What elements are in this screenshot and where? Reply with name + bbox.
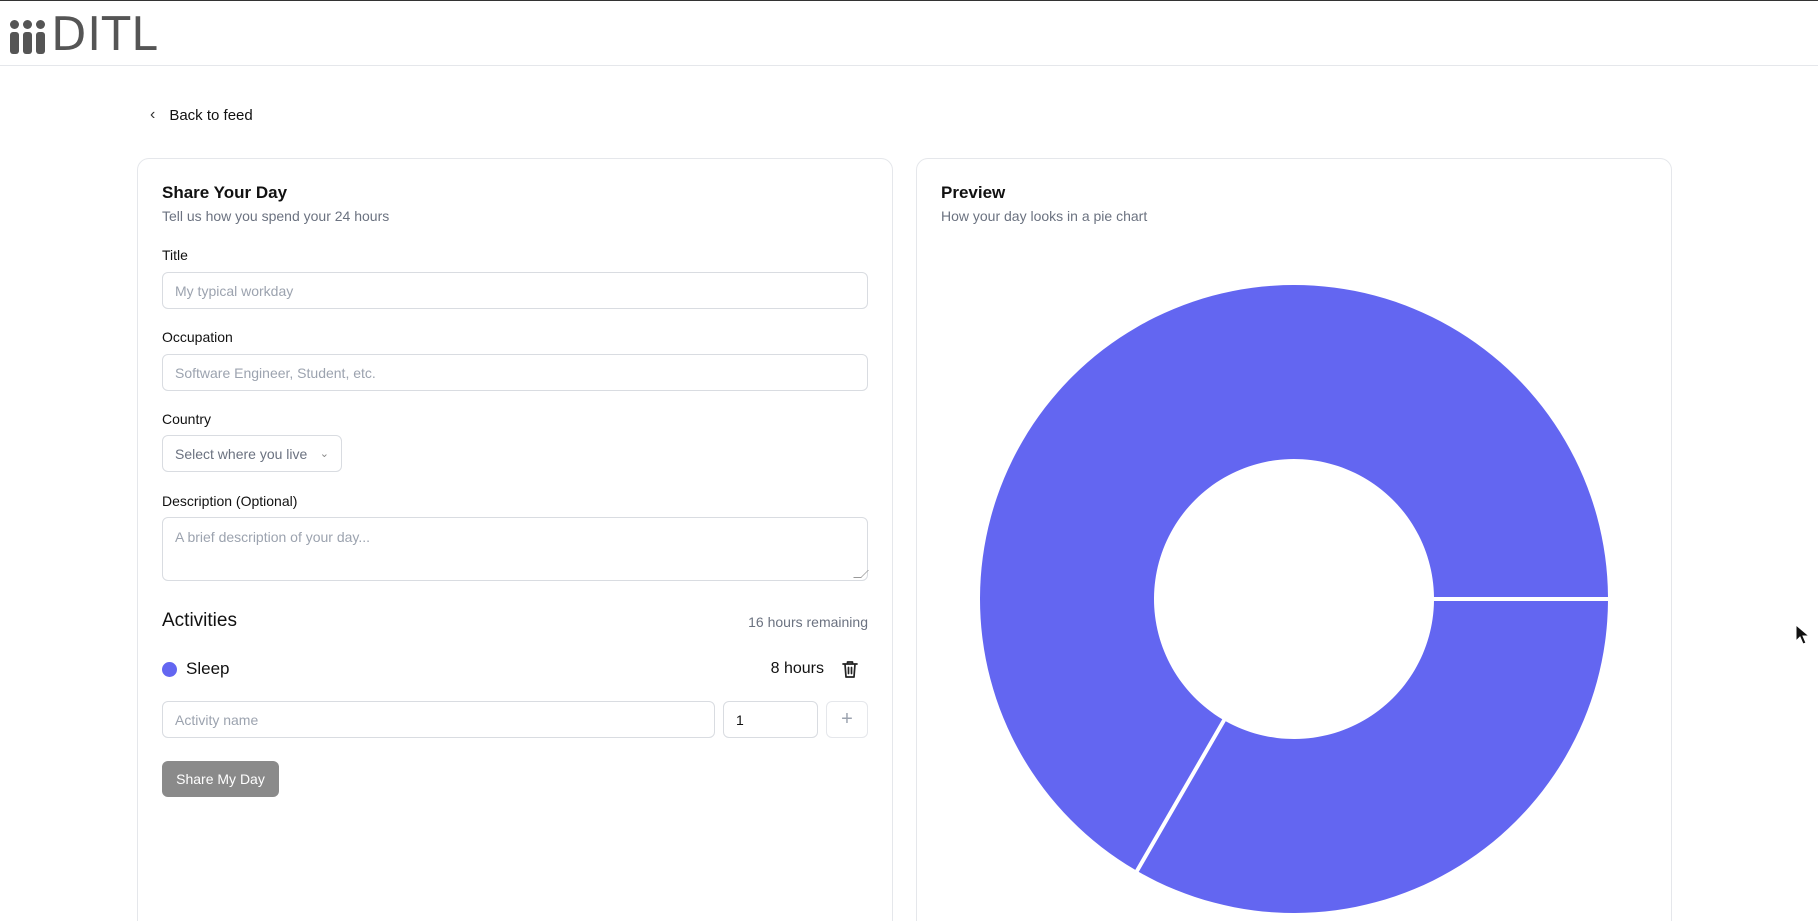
title-placeholder: My typical workday <box>175 282 294 299</box>
add-activity-button[interactable]: + <box>826 701 868 738</box>
title-input[interactable]: My typical workday <box>162 272 868 309</box>
country-select[interactable]: Select where you live ⌄ <box>162 435 342 472</box>
new-activity-name-input[interactable]: Activity name <box>162 701 715 738</box>
resize-handle-icon[interactable] <box>853 570 869 578</box>
description-textarea[interactable]: A brief description of your day... <box>162 517 869 581</box>
occupation-placeholder: Software Engineer, Student, etc. <box>175 364 376 381</box>
activity-hours: 8 hours <box>770 660 824 677</box>
preview-card: Preview How your day looks in a pie char… <box>916 158 1672 921</box>
logo-text: DITL <box>51 7 158 61</box>
top-navigation-bar: DITL <box>0 0 1818 66</box>
logo-mark <box>10 20 45 54</box>
activity-row: Sleep 8 hours <box>162 654 868 684</box>
occupation-label: Occupation <box>162 329 233 345</box>
title-label: Title <box>162 247 188 263</box>
description-placeholder: A brief description of your day... <box>175 529 371 545</box>
chevron-left-icon: ‹ <box>150 106 156 123</box>
activities-heading: Activities <box>162 610 237 631</box>
trash-icon[interactable] <box>842 660 858 678</box>
back-to-feed-link[interactable]: ‹ Back to feed <box>150 106 253 124</box>
mouse-cursor-icon <box>1795 624 1811 645</box>
preview-title: Preview <box>941 183 1006 202</box>
hours-remaining: 16 hours remaining <box>748 614 868 630</box>
country-label: Country <box>162 411 212 427</box>
activity-name: Sleep <box>186 659 230 678</box>
activity-color-dot <box>162 661 177 677</box>
new-activity-hours-value: 1 <box>736 711 744 728</box>
new-activity-placeholder: Activity name <box>175 711 259 728</box>
description-label: Description (Optional) <box>162 493 298 509</box>
share-day-form-card: Share Your Day Tell us how you spend you… <box>137 158 893 921</box>
new-activity-hours-input[interactable]: 1 <box>723 701 818 738</box>
form-title: Share Your Day <box>162 183 288 202</box>
form-subtitle: Tell us how you spend your 24 hours <box>162 208 390 224</box>
plus-icon: + <box>841 708 853 730</box>
pie-slice-sleep[interactable] <box>1138 601 1608 913</box>
ditl-logo[interactable]: DITL <box>10 7 158 61</box>
back-label: Back to feed <box>169 106 253 124</box>
share-my-day-button[interactable]: Share My Day <box>162 761 279 797</box>
day-pie-chart <box>980 285 1608 913</box>
chevron-down-icon: ⌄ <box>319 448 329 460</box>
country-placeholder: Select where you live <box>175 445 308 462</box>
preview-subtitle: How your day looks in a pie chart <box>941 208 1148 224</box>
share-button-label: Share My Day <box>176 771 265 787</box>
occupation-input[interactable]: Software Engineer, Student, etc. <box>162 354 868 391</box>
